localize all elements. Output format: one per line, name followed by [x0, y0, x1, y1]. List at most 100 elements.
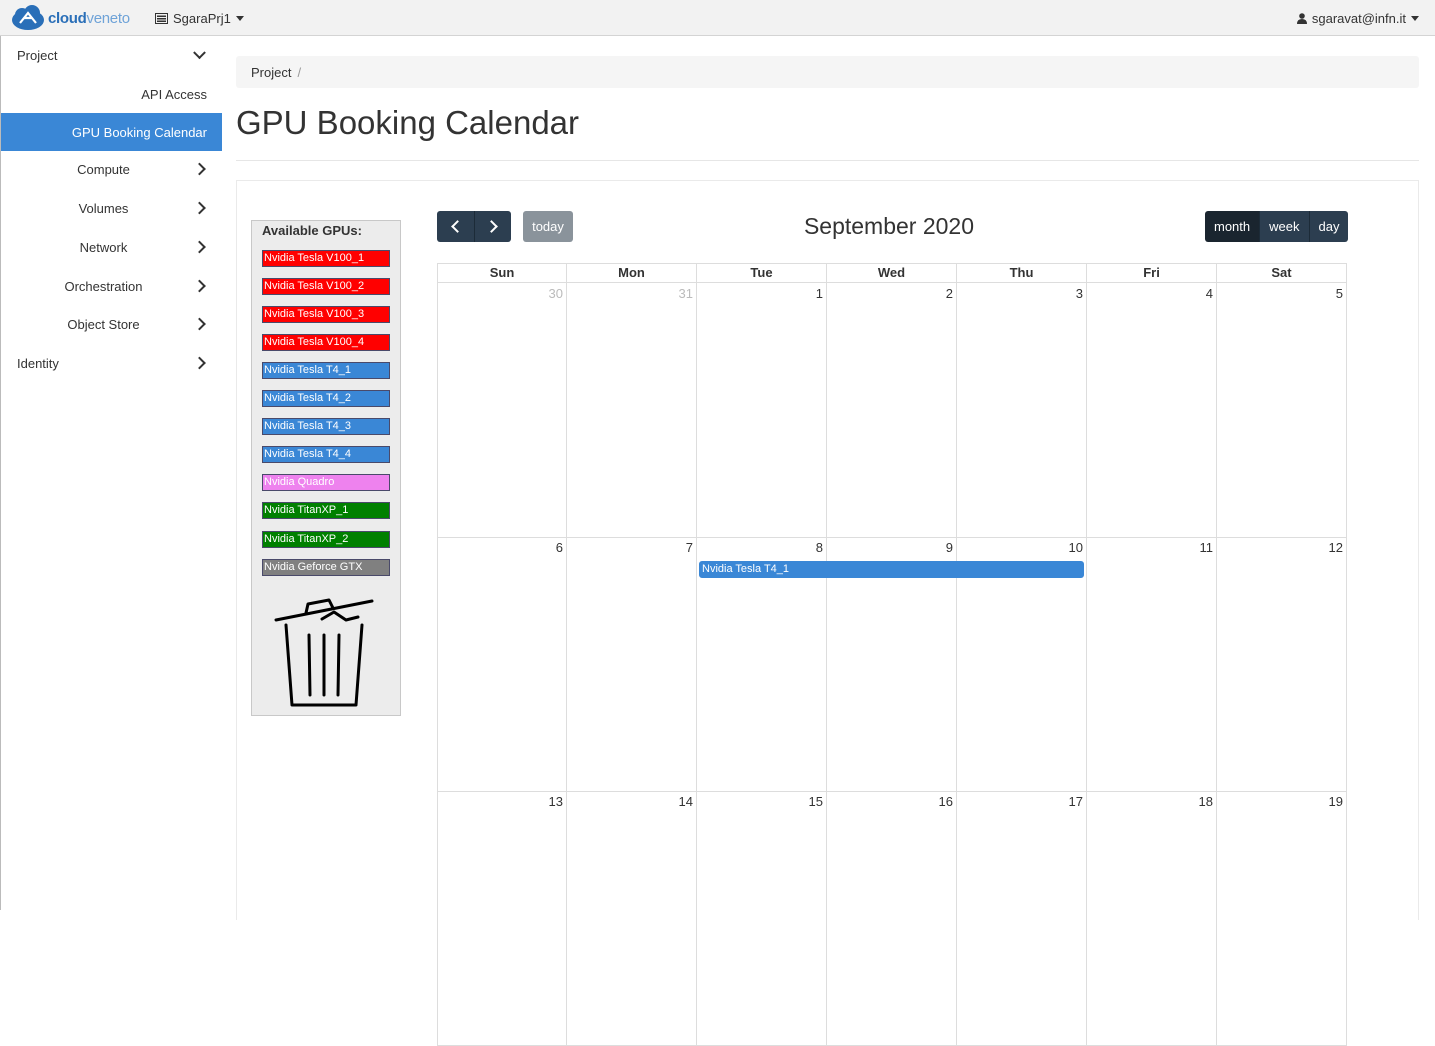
title-divider — [236, 160, 1419, 161]
calendar-day-cell[interactable]: 19 — [1217, 791, 1347, 1046]
day-number[interactable]: 10 — [1069, 540, 1083, 555]
calendar-day-cell[interactable]: 3 — [957, 283, 1087, 538]
day-number[interactable]: 18 — [1199, 794, 1213, 809]
caret-down-icon — [1411, 15, 1419, 21]
calendar-day-cell[interactable]: 13 — [437, 791, 567, 1046]
page-title: GPU Booking Calendar — [236, 104, 580, 141]
chevron-right-icon — [193, 240, 206, 254]
sidebar-item-label: Orchestration — [64, 278, 143, 294]
chevron-right-icon — [193, 279, 206, 293]
prev-month-button[interactable] — [437, 211, 474, 242]
chevron-down-icon — [193, 46, 206, 60]
sidebar-item-api-access[interactable]: API Access — [1, 75, 222, 113]
calendar-view-switcher: month week day — [1205, 211, 1349, 242]
calendar-week-row: 13 14 15 16 17 18 19 — [437, 791, 1347, 1046]
sidebar-item-volumes[interactable]: Volumes — [1, 189, 222, 227]
weekday-header-row: Sun Mon Tue Wed Thu Fri Sat — [437, 263, 1347, 283]
gpu-item[interactable]: Nvidia Tesla V100_4 — [262, 334, 390, 351]
day-number[interactable]: 15 — [809, 794, 823, 809]
today-button[interactable]: today — [523, 211, 573, 242]
calendar-day-cell[interactable]: 31 — [567, 283, 697, 538]
calendar-day-cell[interactable]: 7 — [567, 537, 697, 792]
weekday-header-thu: Thu — [957, 263, 1087, 283]
day-number[interactable]: 8 — [816, 540, 823, 555]
sidebar-item-label: Compute — [77, 161, 130, 177]
sidebar-item-project[interactable]: Project — [1, 36, 222, 74]
calendar-day-cell[interactable]: 17 — [957, 791, 1087, 1046]
day-number[interactable]: 31 — [679, 286, 693, 301]
sidebar-item-orchestration[interactable]: Orchestration — [1, 267, 222, 305]
day-number[interactable]: 16 — [939, 794, 953, 809]
calendar-day-cell[interactable]: 11 — [1087, 537, 1217, 792]
breadcrumb-item-project[interactable]: Project — [251, 65, 291, 80]
calendar-day-cell[interactable]: 14 — [567, 791, 697, 1046]
sidebar-item-label: Object Store — [67, 316, 140, 332]
gpu-item[interactable]: Nvidia Tesla T4_3 — [262, 418, 390, 435]
user-icon — [1296, 12, 1307, 24]
logo-text: cloudveneto — [48, 9, 130, 27]
gpu-item[interactable]: Nvidia Quadro — [262, 474, 390, 491]
gpu-item[interactable]: Nvidia Tesla T4_2 — [262, 390, 390, 407]
calendar-day-cell[interactable]: 5 — [1217, 283, 1347, 538]
month-view-button[interactable]: month — [1205, 211, 1260, 242]
user-menu-dropdown[interactable]: sgaravat@infn.it — [1296, 0, 1419, 36]
day-number[interactable]: 7 — [686, 540, 693, 555]
day-number[interactable]: 5 — [1336, 286, 1343, 301]
calendar-day-cell[interactable]: 2 — [827, 283, 957, 538]
project-selector-dropdown[interactable]: SgaraPrj1 — [155, 0, 244, 36]
gpu-item[interactable]: Nvidia TitanXP_2 — [262, 531, 390, 548]
calendar-day-cell[interactable]: 16 — [827, 791, 957, 1046]
sidebar-item-object-store[interactable]: Object Store — [1, 305, 222, 343]
week-view-button[interactable]: week — [1259, 211, 1309, 242]
next-month-button[interactable] — [474, 211, 511, 242]
available-gpus-heading: Available GPUs: — [262, 223, 362, 238]
day-number[interactable]: 13 — [549, 794, 563, 809]
cloudveneto-logo[interactable]: cloudveneto — [10, 5, 130, 31]
day-number[interactable]: 2 — [946, 286, 953, 301]
weekday-header-sat: Sat — [1217, 263, 1347, 283]
sidebar-item-label: Volumes — [78, 200, 129, 216]
day-number[interactable]: 6 — [556, 540, 563, 555]
calendar-day-cell[interactable]: 12 — [1217, 537, 1347, 792]
trash-icon[interactable] — [272, 597, 376, 709]
day-number[interactable]: 1 — [816, 286, 823, 301]
day-number[interactable]: 14 — [679, 794, 693, 809]
cloud-logo-icon — [12, 5, 44, 30]
calendar-day-cell[interactable]: 4 — [1087, 283, 1217, 538]
chevron-right-icon — [485, 220, 498, 233]
gpu-item[interactable]: Nvidia TitanXP_1 — [262, 502, 390, 519]
sidebar-item-gpu-booking-calendar[interactable]: GPU Booking Calendar — [1, 113, 222, 151]
project-name: SgaraPrj1 — [173, 10, 231, 26]
day-number[interactable]: 11 — [1200, 540, 1214, 555]
weekday-header-wed: Wed — [827, 263, 957, 283]
gpu-item[interactable]: Nvidia Tesla T4_4 — [262, 446, 390, 463]
gpu-item[interactable]: Nvidia Geforce GTX — [262, 559, 390, 576]
day-number[interactable]: 17 — [1069, 794, 1083, 809]
gpu-item[interactable]: Nvidia Tesla V100_1 — [262, 250, 390, 267]
calendar-day-cell[interactable]: 30 — [437, 283, 567, 538]
sidebar-item-compute[interactable]: Compute — [1, 150, 222, 188]
available-gpus-panel: Available GPUs: Nvidia Tesla V100_1 Nvidi… — [251, 220, 401, 716]
sidebar-item-label: Identity — [17, 355, 59, 371]
day-number[interactable]: 9 — [946, 540, 953, 555]
sidebar-item-identity[interactable]: Identity — [1, 344, 222, 382]
calendar-day-cell[interactable]: 1 — [697, 283, 827, 538]
day-number[interactable]: 3 — [1076, 286, 1083, 301]
gpu-item[interactable]: Nvidia Tesla V100_3 — [262, 306, 390, 323]
gpu-item[interactable]: Nvidia Tesla V100_2 — [262, 278, 390, 295]
day-view-button[interactable]: day — [1308, 211, 1349, 242]
gpu-item[interactable]: Nvidia Tesla T4_1 — [262, 362, 390, 379]
sidebar-item-network[interactable]: Network — [1, 228, 222, 266]
chevron-right-icon — [193, 317, 206, 331]
day-number[interactable]: 30 — [549, 286, 563, 301]
chevron-right-icon — [193, 162, 206, 176]
project-list-icon — [155, 12, 168, 24]
calendar-day-cell[interactable]: 18 — [1087, 791, 1217, 1046]
day-number[interactable]: 4 — [1206, 286, 1213, 301]
day-number[interactable]: 19 — [1329, 794, 1343, 809]
calendar-day-cell[interactable]: 6 — [437, 537, 567, 792]
calendar-day-cell[interactable]: 15 — [697, 791, 827, 1046]
calendar-event[interactable]: Nvidia Tesla T4_1 — [699, 561, 1084, 578]
day-number[interactable]: 12 — [1329, 540, 1343, 555]
sidebar-item-label: GPU Booking Calendar — [71, 124, 207, 140]
